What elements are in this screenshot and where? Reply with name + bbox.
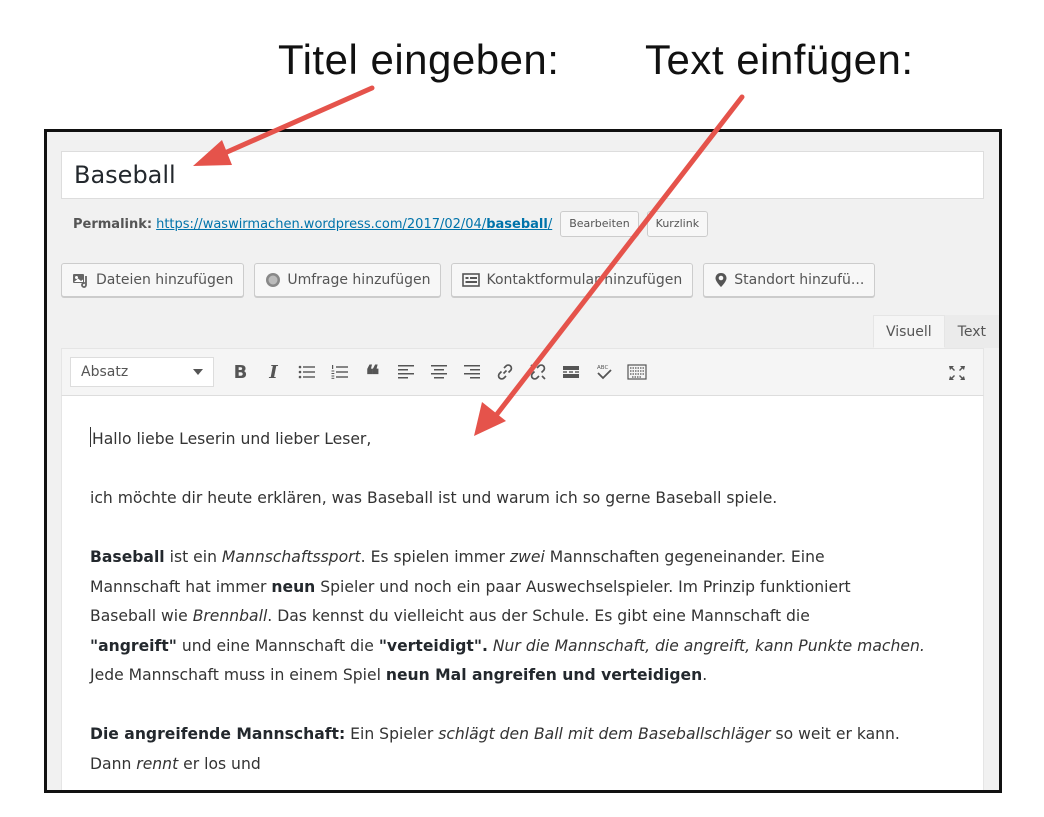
media-buttons-row: Dateien hinzufügen Umfrage hinzufügen Ko… [61,263,885,297]
paragraph-format-select[interactable]: Absatz [70,357,214,387]
edit-permalink-button[interactable]: Bearbeiten [560,211,639,237]
tab-text[interactable]: Text [944,315,999,348]
bold-text: neun [271,577,316,596]
toolbar-toggle-icon[interactable] [620,357,653,387]
editor-content[interactable]: Hallo liebe Leserin und lieber Leser, ic… [61,396,984,790]
paragraph-text: ist ein [164,548,222,566]
paragraph-text: Mannschaften gegeneinander. Eine [544,548,825,566]
paragraph-text: und eine Mannschaft die [176,636,379,655]
add-location-button[interactable]: Standort hinzufü... [703,263,876,297]
tab-visual[interactable]: Visuell [872,315,945,348]
permalink-url[interactable]: https://waswirmachen.wordpress.com/2017/… [156,217,552,232]
align-right-icon[interactable] [455,357,488,387]
bold-icon[interactable]: B [224,357,257,387]
italic-text: schlägt den Ball mit dem Baseballschläge… [438,725,771,743]
bold-text: Baseball [90,548,165,566]
paragraph-text: Ein Spieler [345,725,439,743]
permalink-row: Permalink: https://waswirmachen.wordpres… [73,210,709,238]
svg-text:ABC: ABC [597,365,608,371]
paragraph-text: Hallo liebe Leserin und lieber Leser, [92,430,372,448]
editor-mode-tabs: Visuell Text [872,315,999,348]
annotation-title-hint: Titel eingeben: [278,36,560,83]
annotation-text-hint: Text einfügen: [645,36,914,83]
content-paragraph: Die angreifende Mannschaft: Ein Spieler … [90,720,955,779]
add-contact-form-button[interactable]: Kontaktformular hinzufügen [451,263,694,297]
italic-icon[interactable]: I [257,357,290,387]
editor-frame: Baseball Permalink: https://waswirmachen… [44,129,1002,793]
poll-icon [266,273,281,287]
remove-link-icon[interactable] [521,357,554,387]
add-location-label: Standort hinzufü... [734,272,865,288]
content-paragraph: Baseball ist ein Mannschaftssport. Es sp… [90,543,955,691]
content-paragraph: Hallo liebe Leserin und lieber Leser, [90,425,955,455]
bold-text: "verteidigt". [378,636,488,655]
add-files-label: Dateien hinzufügen [96,272,234,288]
paragraph-text: . [702,666,708,684]
italic-text: rennt [136,754,179,773]
location-pin-icon [715,273,727,287]
paragraph-text: . Das kennst du vielleicht aus der Schul… [267,607,810,625]
permalink-url-prefix: https://waswirmachen.wordpress.com/2017/… [156,216,487,232]
bold-text: neun Mal angreifen und verteidigen [385,666,703,684]
media-icon [73,274,87,288]
add-contact-form-label: Kontaktformular hinzufügen [486,272,683,288]
permalink-url-slug: baseball [486,216,548,232]
paragraph-text: er los und [178,754,261,773]
format-select-value: Absatz [81,364,129,380]
blockquote-icon[interactable]: ❝ [356,357,389,389]
bold-text: "angreift" [90,636,177,655]
dropdown-arrow-icon [193,369,203,375]
paragraph-text: ich möchte dir heute erklären, was Baseb… [90,489,778,507]
spellcheck-icon[interactable]: ABC [587,357,620,387]
italic-text: zwei [509,548,545,566]
add-poll-button[interactable]: Umfrage hinzufügen [254,263,442,297]
editor-toolbar: Absatz B I ❝ ABC [61,348,984,396]
paragraph-text: so weit er kann. [770,725,900,743]
align-center-icon[interactable] [422,357,455,387]
add-poll-label: Umfrage hinzufügen [287,272,431,288]
permalink-url-suffix: / [547,216,553,232]
italic-text: Nur die Mannschaft, die angreift, kann P… [487,636,925,655]
post-title-input[interactable]: Baseball [61,151,984,199]
insert-link-icon[interactable] [488,357,521,387]
content-paragraph: ich möchte dir heute erklären, was Baseb… [90,484,955,514]
read-more-icon[interactable] [554,357,587,387]
contact-form-icon [462,273,481,287]
paragraph-text: Dann [90,754,137,773]
bulleted-list-icon[interactable] [290,357,323,387]
paragraph-text: . Es spielen immer [360,548,510,566]
align-left-icon[interactable] [389,357,422,387]
bold-text: Die angreifende Mannschaft: [90,725,346,743]
italic-text: Brennball [192,607,268,625]
paragraph-text: Jede Mannschaft muss in einem Spiel [90,666,386,684]
paragraph-text: Mannschaft hat immer [90,577,272,596]
italic-text: Mannschaftssport [221,548,361,566]
permalink-label: Permalink: [73,216,153,232]
shortlink-button[interactable]: Kurzlink [646,211,709,237]
add-files-button[interactable]: Dateien hinzufügen [61,263,245,297]
paragraph-text: Spieler und noch ein paar Auswechselspie… [315,577,851,596]
fullscreen-icon[interactable] [940,358,973,388]
numbered-list-icon[interactable] [323,357,356,387]
paragraph-text: Baseball wie [90,607,193,625]
text-caret [90,427,91,447]
